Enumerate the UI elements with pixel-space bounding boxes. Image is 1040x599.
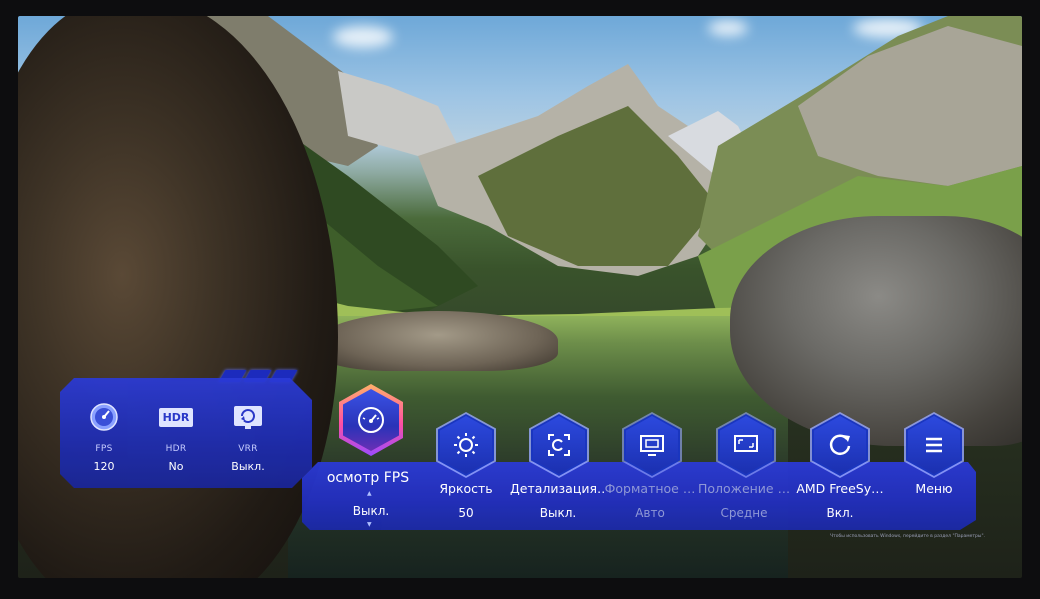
stat-fps: FPS 120 bbox=[74, 402, 134, 473]
menu-item-menu-label[interactable]: Меню bbox=[896, 481, 972, 496]
screen-bezel: FPS 120 HDR HDR No VRR Выкл. осмотр FPS … bbox=[0, 0, 1040, 599]
menu-item-format-label[interactable]: Форматное … bbox=[604, 481, 696, 496]
rock-center bbox=[318, 311, 558, 371]
menu-item-freesync-label[interactable]: AMD FreeSy… bbox=[790, 481, 890, 496]
menu-item-freesync-value: Вкл. bbox=[826, 506, 854, 520]
stat-value: 120 bbox=[93, 460, 115, 473]
menu-item-fps-label[interactable]: осмотр FPS bbox=[318, 470, 418, 486]
chevron-down-icon[interactable]: ▼ bbox=[367, 521, 372, 528]
menu-item-position-label[interactable]: Положение … bbox=[698, 481, 790, 496]
hdr-icon-text: HDR bbox=[158, 407, 194, 427]
stat-label: VRR bbox=[238, 444, 258, 454]
menu-item-position-value: Средне bbox=[720, 506, 768, 520]
menu-item-brightness-value: 50 bbox=[458, 506, 474, 520]
menu-item-format-value: Авто bbox=[635, 506, 665, 520]
stat-label: FPS bbox=[95, 444, 113, 454]
stat-value: No bbox=[168, 460, 184, 473]
menu-item-detail-value: Выкл. bbox=[539, 506, 577, 520]
menu-item-brightness-label[interactable]: Яркость bbox=[424, 481, 508, 496]
stat-value: Выкл. bbox=[231, 460, 265, 473]
menu-item-detail-label[interactable]: Детализация… bbox=[510, 481, 606, 496]
hdr-icon: HDR bbox=[146, 402, 206, 432]
stat-vrr: VRR Выкл. bbox=[218, 402, 278, 473]
windows-activation-notice: Чтобы использовать Windows, перейдите в … bbox=[830, 534, 985, 539]
speedometer-icon bbox=[74, 402, 134, 432]
menu-item-fps-value: Выкл. bbox=[352, 504, 390, 518]
vrr-icon bbox=[218, 402, 278, 432]
chevron-up-icon[interactable]: ▲ bbox=[367, 490, 372, 497]
stat-hdr: HDR HDR No bbox=[146, 402, 206, 473]
stat-label: HDR bbox=[165, 444, 187, 454]
